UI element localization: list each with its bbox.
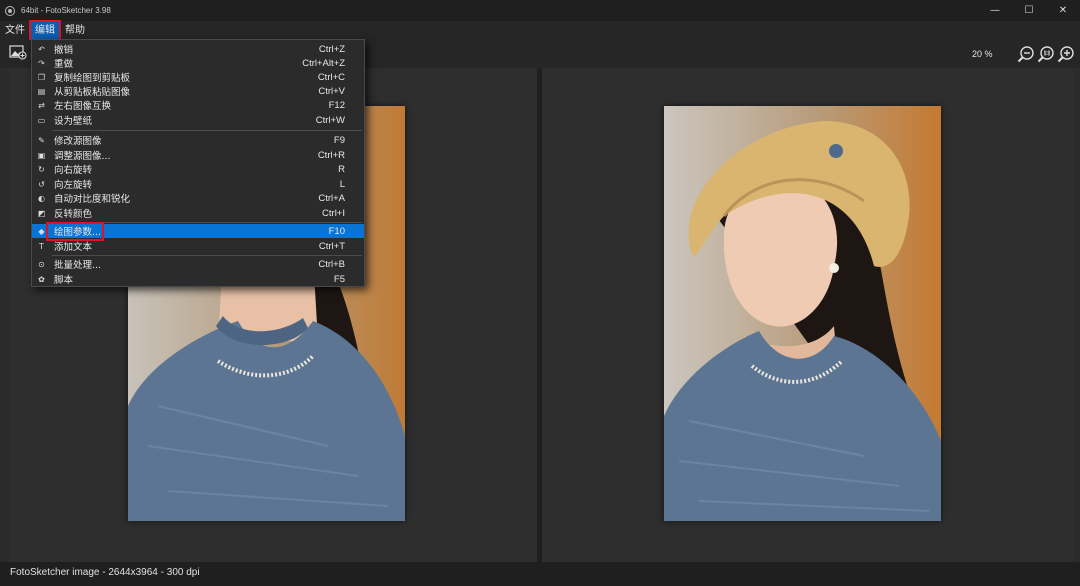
minimize-button[interactable]: — bbox=[978, 0, 1012, 21]
menu-item-copy-drawing[interactable]: ❐ 复制绘图到剪贴板 Ctrl+C bbox=[32, 70, 364, 85]
menu-item-label: 添加文本 bbox=[54, 242, 93, 253]
menu-item-script[interactable]: ✿ 脚本 F5 bbox=[32, 272, 364, 287]
menu-item-set-wallpaper[interactable]: ▭ 设为壁纸 Ctrl+W bbox=[32, 113, 364, 128]
menu-bar: 文件 编辑 帮助 bbox=[0, 20, 1080, 41]
app-logo-icon bbox=[5, 5, 15, 16]
menu-item-shortcut: Ctrl+A bbox=[318, 192, 345, 204]
title-bar: 64bit - FotoSketcher 3.98 — ☐ ✕ bbox=[0, 0, 1080, 21]
menu-file[interactable]: 文件 bbox=[0, 21, 30, 40]
menu-item-rotate-right[interactable]: ↻ 向右旋转 R bbox=[32, 162, 364, 177]
menu-item-label: 设为壁纸 bbox=[54, 116, 93, 127]
menu-item-shortcut: F10 bbox=[328, 225, 345, 237]
rotate-right-icon: ↻ bbox=[38, 164, 45, 174]
menu-help[interactable]: 帮助 bbox=[60, 21, 90, 40]
redo-icon: ↷ bbox=[38, 58, 45, 68]
menu-item-label: 向左旋转 bbox=[54, 180, 93, 191]
invert-colors-icon: ◩ bbox=[37, 208, 46, 218]
maximize-button[interactable]: ☐ bbox=[1012, 0, 1046, 21]
menu-item-shortcut: Ctrl+W bbox=[315, 114, 345, 126]
menu-item-undo[interactable]: ↶ 撤销 Ctrl+Z bbox=[32, 42, 364, 57]
menu-item-shortcut: Ctrl+B bbox=[318, 258, 345, 270]
menu-item-shortcut: L bbox=[339, 178, 345, 190]
menu-item-label: 向右旋转 bbox=[54, 165, 93, 176]
menu-item-shortcut: Ctrl+C bbox=[317, 71, 345, 83]
menu-item-label: 复制绘图到剪贴板 bbox=[54, 73, 131, 84]
menu-item-paste-image[interactable]: ▤ 从剪贴板粘贴图像 Ctrl+V bbox=[32, 84, 364, 99]
menu-item-shortcut: Ctrl+Z bbox=[318, 43, 345, 55]
menu-edit[interactable]: 编辑 bbox=[29, 20, 61, 41]
menu-item-shortcut: Ctrl+Alt+Z bbox=[302, 57, 345, 69]
undo-icon: ↶ bbox=[38, 44, 45, 54]
status-text: FotoSketcher image - 2644x3964 - 300 dpi bbox=[10, 567, 200, 578]
window-title: 64bit - FotoSketcher 3.98 bbox=[21, 6, 111, 15]
drawing-params-icon: ◆ bbox=[38, 226, 45, 236]
menu-item-adjust-source[interactable]: ▣ 调整源图像... Ctrl+R bbox=[32, 148, 364, 163]
menu-item-label: 调整源图像... bbox=[54, 151, 111, 162]
adjust-source-icon: ▣ bbox=[37, 150, 46, 160]
menu-item-invert-colors[interactable]: ◩ 反转颜色 Ctrl+I bbox=[32, 206, 364, 221]
menu-item-batch-processing[interactable]: ⊙ 批量处理... Ctrl+B bbox=[32, 257, 364, 272]
swap-icon: ⇄ bbox=[38, 100, 45, 110]
script-icon: ✿ bbox=[38, 274, 45, 284]
menu-item-add-text[interactable]: T 添加文本 Ctrl+T bbox=[32, 239, 364, 254]
menu-item-shortcut: Ctrl+T bbox=[318, 240, 345, 252]
copy-icon: ❐ bbox=[37, 72, 46, 82]
edit-dropdown-menu: ↶ 撤销 Ctrl+Z ↷ 重做 Ctrl+Alt+Z ❐ 复制绘图到剪贴板 C… bbox=[31, 39, 365, 287]
auto-contrast-icon: ◐ bbox=[38, 193, 45, 203]
menu-item-rotate-left[interactable]: ↺ 向左旋转 L bbox=[32, 177, 364, 192]
zoom-in-icon[interactable] bbox=[1057, 45, 1075, 63]
close-button[interactable]: ✕ bbox=[1046, 0, 1080, 21]
rotate-left-icon: ↺ bbox=[38, 179, 45, 189]
menu-item-shortcut: F5 bbox=[333, 273, 345, 285]
menu-item-modify-source[interactable]: ✎ 修改源图像 F9 bbox=[32, 133, 364, 148]
annotation-box bbox=[46, 222, 104, 241]
result-image[interactable] bbox=[664, 106, 941, 521]
menu-item-shortcut: Ctrl+V bbox=[318, 85, 345, 97]
paste-icon: ▤ bbox=[37, 86, 46, 96]
menu-item-shortcut: Ctrl+R bbox=[317, 149, 345, 161]
zoom-level: 20 % bbox=[972, 49, 993, 59]
menu-item-label: 撤销 bbox=[54, 45, 74, 56]
modify-source-icon: ✎ bbox=[38, 135, 45, 145]
zoom-out-icon[interactable] bbox=[1017, 45, 1035, 63]
menu-separator bbox=[52, 255, 362, 256]
menu-item-label: 自动对比度和锐化 bbox=[54, 194, 131, 205]
menu-item-redo[interactable]: ↷ 重做 Ctrl+Alt+Z bbox=[32, 56, 364, 71]
menu-item-label: 批量处理... bbox=[54, 260, 102, 271]
menu-item-label: 脚本 bbox=[54, 275, 74, 286]
open-image-icon[interactable] bbox=[9, 44, 27, 60]
menu-item-shortcut: Ctrl+I bbox=[322, 207, 345, 219]
menu-item-shortcut: F9 bbox=[333, 134, 345, 146]
menu-item-label: 左右图像互换 bbox=[54, 101, 112, 112]
menu-item-swap-images[interactable]: ⇄ 左右图像互换 F12 bbox=[32, 98, 364, 113]
menu-item-auto-contrast[interactable]: ◐ 自动对比度和锐化 Ctrl+A bbox=[32, 191, 364, 206]
window-controls: — ☐ ✕ bbox=[978, 0, 1080, 21]
batch-icon: ⊙ bbox=[38, 259, 45, 269]
menu-item-shortcut: F12 bbox=[328, 99, 345, 111]
menu-item-label: 从剪贴板粘贴图像 bbox=[54, 87, 131, 98]
menu-separator bbox=[52, 130, 362, 131]
status-bar: FotoSketcher image - 2644x3964 - 300 dpi bbox=[0, 562, 1080, 586]
zoom-actual-size-icon[interactable] bbox=[1037, 45, 1055, 63]
menu-item-label: 反转颜色 bbox=[54, 209, 93, 220]
menu-item-label: 修改源图像 bbox=[54, 136, 102, 147]
menu-item-shortcut: R bbox=[338, 163, 345, 175]
add-text-icon: T bbox=[39, 241, 44, 251]
menu-item-label: 重做 bbox=[54, 59, 74, 70]
wallpaper-icon: ▭ bbox=[37, 115, 46, 125]
